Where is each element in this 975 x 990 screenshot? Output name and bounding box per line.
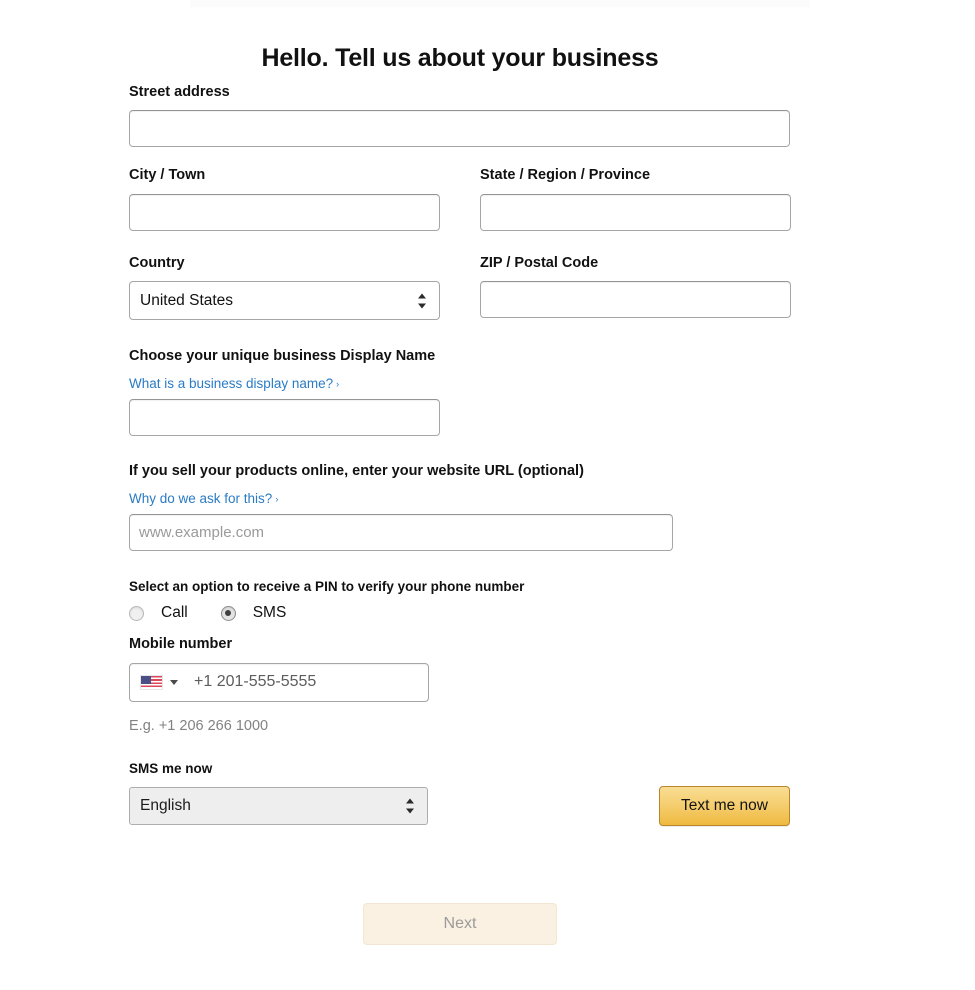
field-state: State / Region / Province [480, 167, 791, 230]
language-select-wrapper: English [129, 787, 428, 825]
field-zip: ZIP / Postal Code [480, 255, 791, 320]
display-name-help-text: What is a business display name? [129, 376, 333, 391]
pin-option-label: Select an option to receive a PIN to ver… [129, 579, 849, 595]
street-address-label: Street address [129, 84, 849, 101]
radio-label-call: Call [161, 604, 188, 622]
radio-icon-selected [221, 606, 236, 621]
country-select[interactable]: United States [129, 281, 440, 320]
country-label: Country [129, 255, 440, 272]
sms-me-now-row: English Text me now [129, 786, 790, 826]
top-strip [190, 0, 810, 7]
city-input[interactable] [129, 194, 440, 231]
website-url-help-text: Why do we ask for this? [129, 491, 272, 506]
chevron-right-icon: › [275, 494, 278, 506]
mobile-number-label: Mobile number [129, 636, 849, 653]
radio-icon [129, 606, 144, 621]
flag-canton [141, 676, 151, 684]
field-country: Country United States [129, 255, 440, 320]
sms-me-now-label: SMS me now [129, 761, 849, 777]
city-state-row: City / Town State / Region / Province [129, 167, 849, 230]
street-address-input[interactable] [129, 110, 790, 147]
field-city: City / Town [129, 167, 440, 230]
radio-option-call[interactable]: Call [129, 604, 188, 622]
business-registration-page: Hello. Tell us about your business Stree… [0, 0, 975, 990]
next-button-container: Next [0, 903, 920, 945]
radio-label-sms: SMS [253, 604, 287, 622]
business-form: Street address City / Town State / Regio… [129, 84, 849, 826]
field-pin-option: Select an option to receive a PIN to ver… [129, 579, 849, 622]
pin-option-radio-group: Call SMS [129, 604, 849, 622]
display-name-help-link[interactable]: What is a business display name?› [129, 375, 339, 393]
website-url-input[interactable] [129, 514, 673, 551]
field-sms-me-now: SMS me now English Text me now [129, 761, 849, 826]
country-zip-row: Country United States ZIP / Postal Code [129, 255, 849, 320]
chevron-right-icon: › [336, 379, 339, 391]
state-label: State / Region / Province [480, 167, 791, 184]
next-button[interactable]: Next [363, 903, 557, 945]
city-label: City / Town [129, 167, 440, 184]
language-select[interactable]: English [129, 787, 428, 825]
field-display-name: Choose your unique business Display Name… [129, 348, 849, 436]
field-street-address: Street address [129, 84, 849, 147]
text-me-now-button[interactable]: Text me now [659, 786, 790, 826]
mobile-number-input[interactable] [192, 672, 412, 692]
mobile-number-hint: E.g. +1 206 266 1000 [129, 718, 849, 734]
display-name-input[interactable] [129, 399, 440, 436]
website-url-help-link[interactable]: Why do we ask for this?› [129, 490, 278, 508]
field-website-url: If you sell your products online, enter … [129, 463, 849, 551]
state-input[interactable] [480, 194, 791, 231]
mobile-number-group [129, 663, 429, 702]
country-select-wrapper: United States [129, 281, 440, 320]
page-title: Hello. Tell us about your business [0, 44, 920, 73]
display-name-label: Choose your unique business Display Name [129, 348, 849, 365]
zip-input[interactable] [480, 281, 791, 318]
website-url-label: If you sell your products online, enter … [129, 463, 849, 480]
us-flag-icon[interactable] [140, 675, 163, 690]
field-mobile-number: Mobile number E.g. +1 206 266 1000 [129, 636, 849, 733]
radio-option-sms[interactable]: SMS [221, 604, 287, 622]
zip-label: ZIP / Postal Code [480, 255, 791, 272]
chevron-down-icon[interactable] [170, 680, 178, 685]
